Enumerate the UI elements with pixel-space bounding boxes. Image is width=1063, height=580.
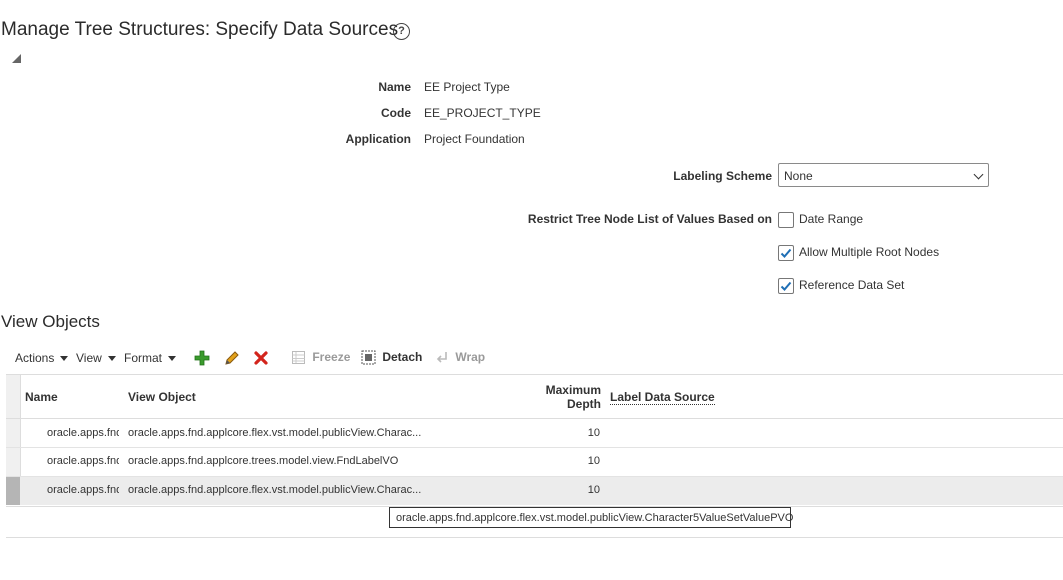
depth-label: Depth bbox=[567, 397, 601, 411]
page-title: Manage Tree Structures: Specify Data Sou… bbox=[1, 19, 399, 40]
table-row[interactable]: oracle.apps.fnd.applcore.trees.model.vie… bbox=[6, 448, 1063, 477]
caret-down-icon bbox=[60, 356, 69, 362]
table-row[interactable]: oracle.apps.fnd.applcore.flex.vst.model.… bbox=[6, 419, 1063, 448]
column-header-maximum-depth[interactable]: Maximum Depth bbox=[546, 383, 601, 411]
row-depth: 10 bbox=[587, 484, 600, 496]
wrap-button[interactable]: Wrap bbox=[436, 350, 485, 364]
row-selector[interactable] bbox=[6, 448, 21, 476]
view-menu[interactable]: View bbox=[76, 351, 116, 365]
application-value: Project Foundation bbox=[424, 132, 525, 146]
table-row-selected[interactable]: oracle.apps.fnd.applcore.flex.vst.model.… bbox=[6, 477, 1063, 505]
row-name: oracle.apps.fnd.applcore.trees.model.vie… bbox=[47, 455, 119, 467]
code-label: Code bbox=[381, 106, 411, 120]
wrap-icon bbox=[436, 352, 447, 363]
header-row-selector bbox=[6, 375, 21, 418]
table-bottom-divider bbox=[6, 537, 1063, 538]
date-range-checkbox[interactable] bbox=[778, 212, 794, 228]
code-value: EE_PROJECT_TYPE bbox=[424, 106, 541, 120]
row-name: oracle.apps.fnd.applcore.flex.vst.model.… bbox=[47, 484, 119, 496]
freeze-icon bbox=[292, 351, 305, 365]
actions-menu[interactable]: Actions bbox=[15, 351, 69, 365]
help-icon[interactable]: ? bbox=[393, 23, 410, 40]
actions-label: Actions bbox=[15, 351, 55, 365]
edit-button[interactable] bbox=[224, 350, 240, 371]
view-object-tooltip: oracle.apps.fnd.applcore.flex.vst.model.… bbox=[389, 507, 793, 528]
reference-data-set-label: Reference Data Set bbox=[799, 278, 905, 292]
pencil-icon bbox=[225, 351, 239, 365]
restrict-tree-node-label: Restrict Tree Node List of Values Based … bbox=[527, 212, 772, 226]
plus-icon bbox=[194, 350, 210, 366]
x-icon bbox=[254, 351, 268, 365]
row-depth: 10 bbox=[587, 455, 600, 467]
detach-icon bbox=[361, 350, 376, 365]
add-button[interactable] bbox=[194, 350, 210, 371]
detach-button[interactable]: Detach bbox=[361, 350, 422, 365]
format-label: Format bbox=[124, 351, 163, 365]
format-menu[interactable]: Format bbox=[124, 351, 177, 365]
row-view-object: oracle.apps.fnd.applcore.trees.model.vie… bbox=[128, 455, 399, 467]
labeling-scheme-label: Labeling Scheme bbox=[673, 169, 772, 183]
row-view-object: oracle.apps.fnd.applcore.flex.vst.model.… bbox=[128, 427, 422, 439]
row-depth: 10 bbox=[587, 427, 600, 439]
checkmark-icon bbox=[780, 248, 792, 258]
column-header-name[interactable]: Name bbox=[25, 390, 58, 404]
name-value: EE Project Type bbox=[424, 80, 510, 94]
collapse-triangle-icon[interactable] bbox=[12, 54, 21, 63]
row-view-object: oracle.apps.fnd.applcore.flex.vst.model.… bbox=[128, 484, 422, 496]
view-label: View bbox=[76, 351, 102, 365]
allow-multiple-root-nodes-checkbox[interactable] bbox=[778, 245, 794, 261]
labeling-scheme-value: None bbox=[784, 169, 813, 183]
freeze-label: Freeze bbox=[312, 350, 351, 364]
labeling-scheme-select[interactable]: None bbox=[778, 163, 989, 187]
application-label: Application bbox=[345, 132, 411, 146]
view-objects-title: View Objects bbox=[1, 312, 100, 331]
date-range-label: Date Range bbox=[799, 212, 864, 226]
column-header-view-object[interactable]: View Object bbox=[128, 390, 196, 404]
checkmark-icon bbox=[780, 281, 792, 291]
row-selector[interactable] bbox=[6, 419, 21, 447]
reference-data-set-checkbox[interactable] bbox=[778, 278, 794, 294]
row-selector-selected[interactable] bbox=[6, 477, 20, 505]
caret-down-icon bbox=[107, 356, 116, 362]
column-header-label-data-source[interactable]: Label Data Source bbox=[610, 390, 715, 405]
row-name: oracle.apps.fnd.applcore.flex.vst.model.… bbox=[47, 427, 119, 439]
caret-down-icon bbox=[168, 356, 177, 362]
detach-label: Detach bbox=[382, 350, 423, 364]
chevron-down-icon bbox=[973, 169, 984, 180]
allow-multiple-root-nodes-label: Allow Multiple Root Nodes bbox=[799, 245, 940, 259]
freeze-button[interactable]: Freeze bbox=[292, 350, 351, 365]
delete-button[interactable] bbox=[253, 350, 269, 371]
name-label: Name bbox=[378, 80, 411, 94]
maximum-label: Maximum bbox=[545, 383, 601, 397]
wrap-label: Wrap bbox=[455, 350, 486, 364]
